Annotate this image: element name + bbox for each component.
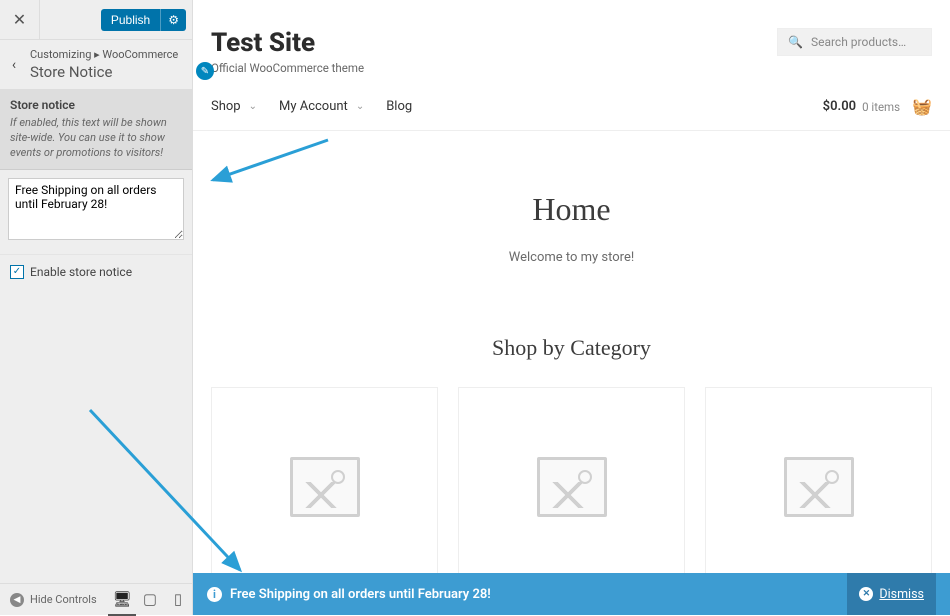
category-card[interactable] [458, 387, 685, 587]
desktop-icon: 🖥 [112, 590, 131, 608]
image-placeholder-icon [784, 457, 854, 517]
nav-shop[interactable]: Shop ⌄ [211, 99, 257, 114]
publish-settings-button[interactable]: ⚙ [160, 9, 186, 31]
info-icon: i [207, 587, 222, 602]
search-input[interactable]: 🔍 Search products… [777, 28, 932, 56]
image-placeholder-icon [537, 457, 607, 517]
publish-group: Publish ⚙ [40, 9, 192, 31]
site-tagline: Official WooCommerce theme [211, 61, 364, 75]
cart-item-count: 0 items [862, 100, 900, 114]
enable-store-notice-label: Enable store notice [30, 265, 132, 279]
store-notice-bar: i Free Shipping on all orders until Febr… [193, 573, 950, 615]
sidebar-footer: ◀ Hide Controls 🖥 ▢ ▯ [0, 583, 192, 615]
site-header: Test Site Official WooCommerce theme 🔍 S… [193, 0, 950, 87]
device-mobile-button[interactable]: ▯ [164, 584, 192, 616]
page-title: Store Notice [30, 63, 178, 81]
sidebar-top-bar: ✕ Publish ⚙ [0, 0, 192, 40]
breadcrumb-row: ‹ Customizing ▸ WooCommerce Store Notice [0, 40, 192, 90]
nav-blog-label: Blog [386, 99, 412, 114]
section-header: Store notice If enabled, this text will … [0, 90, 192, 170]
chevron-down-icon: ⌄ [356, 101, 364, 112]
site-title[interactable]: Test Site [211, 28, 364, 58]
category-grid [193, 361, 950, 587]
hide-controls-label: Hide Controls [30, 593, 97, 606]
close-customizer-button[interactable]: ✕ [0, 0, 40, 40]
enable-store-notice-row[interactable]: ✓ Enable store notice [0, 254, 192, 289]
section-title: Store notice [10, 98, 182, 112]
home-heading: Home [211, 191, 932, 228]
breadcrumb-trail: Customizing ▸ WooCommerce [30, 48, 178, 61]
hide-controls-button[interactable]: ◀ Hide Controls [0, 593, 107, 607]
category-card[interactable] [211, 387, 438, 587]
welcome-text: Welcome to my store! [211, 250, 932, 265]
section-help-text: If enabled, this text will be shown site… [10, 116, 182, 161]
nav-shop-label: Shop [211, 99, 241, 114]
breadcrumb-text: Customizing ▸ WooCommerce Store Notice [28, 40, 186, 89]
edit-shortcut-button[interactable]: ✎ [196, 62, 214, 80]
cart-price: $0.00 [823, 99, 856, 114]
mobile-icon: ▯ [174, 590, 182, 608]
dismiss-button[interactable]: ✕ Dismiss [847, 573, 936, 615]
category-card[interactable] [705, 387, 932, 587]
page-content: Home Welcome to my store! [193, 131, 950, 275]
preview-pane: Test Site Official WooCommerce theme 🔍 S… [193, 0, 950, 615]
device-tablet-button[interactable]: ▢ [136, 584, 164, 616]
basket-icon: 🧺 [912, 97, 932, 116]
pencil-icon: ✎ [201, 66, 209, 77]
chevron-left-icon: ‹ [12, 57, 16, 73]
cart-summary[interactable]: $0.00 0 items 🧺 [823, 97, 932, 116]
gear-icon: ⚙ [168, 13, 179, 27]
nav-account[interactable]: My Account ⌄ [279, 99, 364, 114]
search-icon: 🔍 [788, 35, 803, 49]
enable-store-notice-checkbox[interactable]: ✓ [10, 265, 24, 279]
chevron-down-icon: ⌄ [249, 101, 257, 112]
image-placeholder-icon [290, 457, 360, 517]
shop-by-category-section: Shop by Category [193, 335, 950, 587]
publish-button[interactable]: Publish [101, 9, 160, 31]
device-desktop-button[interactable]: 🖥 [108, 584, 136, 616]
device-switcher: 🖥 ▢ ▯ [108, 584, 192, 616]
dismiss-label: Dismiss [879, 587, 924, 602]
collapse-icon: ◀ [10, 593, 24, 607]
tablet-icon: ▢ [143, 590, 157, 608]
search-placeholder: Search products… [811, 35, 906, 49]
close-icon: ✕ [859, 587, 873, 601]
primary-nav: Shop ⌄ My Account ⌄ Blog $0.00 0 items 🧺 [193, 87, 950, 131]
nav-blog[interactable]: Blog [386, 99, 412, 114]
customizer-sidebar: ✕ Publish ⚙ ‹ Customizing ▸ WooCommerce … [0, 0, 193, 615]
nav-account-label: My Account [279, 99, 348, 114]
shop-by-category-heading: Shop by Category [193, 335, 950, 361]
back-button[interactable]: ‹ [0, 40, 28, 90]
store-notice-text: Free Shipping on all orders until Februa… [230, 587, 491, 602]
store-notice-textarea[interactable] [8, 178, 184, 240]
